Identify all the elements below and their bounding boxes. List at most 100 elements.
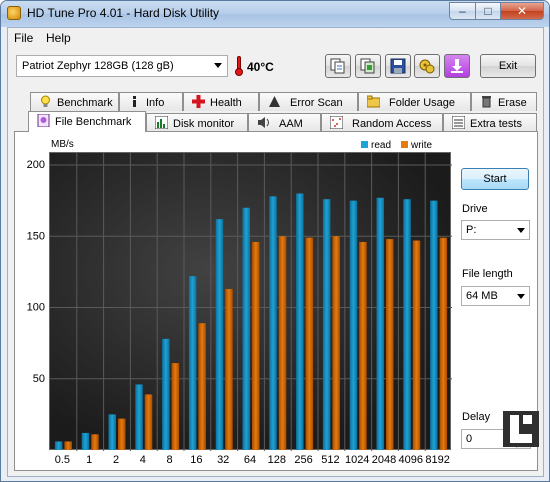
download-icon bbox=[451, 59, 463, 73]
health-cross-icon bbox=[192, 95, 205, 108]
trash-icon bbox=[482, 96, 491, 108]
disk-monitor-icon bbox=[155, 116, 168, 129]
copy-info-button[interactable] bbox=[325, 54, 351, 78]
bar-read bbox=[322, 199, 331, 450]
bar-write bbox=[252, 241, 260, 450]
tab-label: Error Scan bbox=[290, 97, 343, 109]
tab-extra-tests[interactable]: Extra tests bbox=[443, 113, 537, 132]
bar-read bbox=[430, 200, 438, 450]
x-tick-label: 16 bbox=[190, 454, 202, 466]
chevron-down-icon bbox=[214, 63, 222, 68]
tab-file-benchmark[interactable]: File Benchmark bbox=[28, 111, 146, 132]
drive-dropdown-value: P: bbox=[466, 224, 477, 236]
bar-read bbox=[349, 200, 358, 450]
bar-write bbox=[305, 237, 314, 450]
bar-read bbox=[188, 276, 197, 450]
x-tick-label: 32 bbox=[217, 454, 229, 466]
tab-health[interactable]: Health bbox=[183, 92, 259, 111]
legend-label-read: read bbox=[371, 140, 391, 151]
x-tick-label: 1 bbox=[86, 454, 92, 466]
close-button[interactable]: ✕ bbox=[500, 2, 544, 20]
drive-selector-value: Patriot Zephyr 128GB (128 gB) bbox=[22, 60, 174, 72]
temperature-readout: 40°C bbox=[247, 60, 274, 74]
bar-write bbox=[171, 363, 180, 450]
tab-aam[interactable]: AAM bbox=[248, 113, 321, 132]
tab-benchmark[interactable]: Benchmark bbox=[30, 92, 119, 111]
bar-read bbox=[81, 432, 90, 450]
tab-label: Benchmark bbox=[57, 97, 113, 109]
tab-disk-monitor[interactable]: Disk monitor bbox=[146, 113, 248, 132]
tab-label: Info bbox=[146, 97, 165, 109]
y-axis-title: MB/s bbox=[51, 139, 74, 150]
x-tick-label: 64 bbox=[244, 454, 256, 466]
bar-read bbox=[54, 441, 63, 450]
app-icon bbox=[7, 6, 21, 20]
error-scan-icon bbox=[269, 96, 280, 107]
x-tick-label: 8 bbox=[167, 454, 173, 466]
x-tick-label: 512 bbox=[321, 454, 339, 466]
x-tick-label: 2 bbox=[113, 454, 119, 466]
bar-write bbox=[64, 441, 72, 450]
delay-value: 0 bbox=[466, 433, 473, 445]
x-tick-label: 4096 bbox=[399, 454, 423, 466]
options-button[interactable] bbox=[414, 54, 440, 78]
tab-folder-usage[interactable]: Folder Usage bbox=[358, 92, 471, 111]
menu-help[interactable]: Help bbox=[46, 31, 71, 45]
copy-info-icon bbox=[330, 58, 345, 74]
benchmark-chart bbox=[49, 152, 452, 451]
bar-write bbox=[144, 394, 153, 450]
bar-read bbox=[269, 196, 277, 450]
tab-info[interactable]: Info bbox=[119, 92, 183, 111]
chart-svg bbox=[50, 153, 452, 451]
bar-write bbox=[439, 237, 448, 450]
file-length-label: File length bbox=[462, 268, 513, 280]
minimize-button[interactable]: – bbox=[449, 2, 476, 20]
tab-random-access[interactable]: Random Access bbox=[321, 113, 443, 132]
maximize-button[interactable]: □ bbox=[475, 2, 501, 20]
random-access-icon bbox=[330, 116, 343, 129]
exit-button[interactable]: Exit bbox=[480, 54, 536, 78]
start-button[interactable]: Start bbox=[461, 168, 529, 190]
speaker-icon bbox=[258, 117, 269, 128]
copy-screenshot-button[interactable] bbox=[355, 54, 381, 78]
y-tick-label: 200 bbox=[27, 159, 45, 171]
thermometer-icon bbox=[235, 56, 243, 76]
x-tick-label: 0.5 bbox=[55, 454, 70, 466]
tab-erase[interactable]: Erase bbox=[471, 92, 537, 111]
title-bar[interactable]: HD Tune Pro 4.01 - Hard Disk Utility – □… bbox=[1, 1, 549, 27]
bar-read bbox=[162, 338, 170, 450]
chevron-down-icon bbox=[517, 294, 525, 299]
tab-label: File Benchmark bbox=[55, 116, 132, 128]
extra-tests-icon bbox=[452, 116, 465, 129]
download-button[interactable] bbox=[444, 54, 470, 78]
x-tick-label: 256 bbox=[294, 454, 312, 466]
site-logo bbox=[503, 411, 539, 447]
tab-error-scan[interactable]: Error Scan bbox=[259, 92, 358, 111]
file-length-value: 64 MB bbox=[466, 290, 498, 302]
delay-label: Delay bbox=[462, 411, 491, 423]
y-tick-label: 100 bbox=[27, 302, 45, 314]
save-button[interactable] bbox=[385, 54, 411, 78]
bar-read bbox=[296, 193, 304, 450]
bar-write bbox=[225, 288, 233, 450]
bar-read bbox=[215, 219, 224, 450]
legend-label-write: write bbox=[410, 140, 433, 151]
x-tick-label: 2048 bbox=[372, 454, 396, 466]
window-title: HD Tune Pro 4.01 - Hard Disk Utility bbox=[27, 6, 220, 20]
y-tick-label: 150 bbox=[27, 230, 45, 242]
tab-label: Erase bbox=[498, 97, 527, 109]
drive-label: Drive bbox=[462, 203, 488, 215]
menu-file[interactable]: File bbox=[14, 31, 33, 45]
drive-selector[interactable]: Patriot Zephyr 128GB (128 gB) bbox=[16, 55, 228, 77]
drive-dropdown[interactable]: P: bbox=[461, 220, 530, 240]
x-tick-label: 1024 bbox=[345, 454, 369, 466]
legend-swatch-read bbox=[361, 141, 368, 148]
legend-swatch-write bbox=[401, 141, 408, 148]
lightbulb-icon bbox=[41, 95, 50, 107]
info-icon bbox=[133, 96, 136, 107]
tab-label: Folder Usage bbox=[389, 97, 456, 109]
bar-write bbox=[386, 239, 394, 450]
file-length-dropdown[interactable]: 64 MB bbox=[461, 286, 530, 306]
client-area: File Help Patriot Zephyr 128GB (128 gB) … bbox=[7, 27, 544, 477]
y-tick-label: 50 bbox=[33, 373, 45, 385]
